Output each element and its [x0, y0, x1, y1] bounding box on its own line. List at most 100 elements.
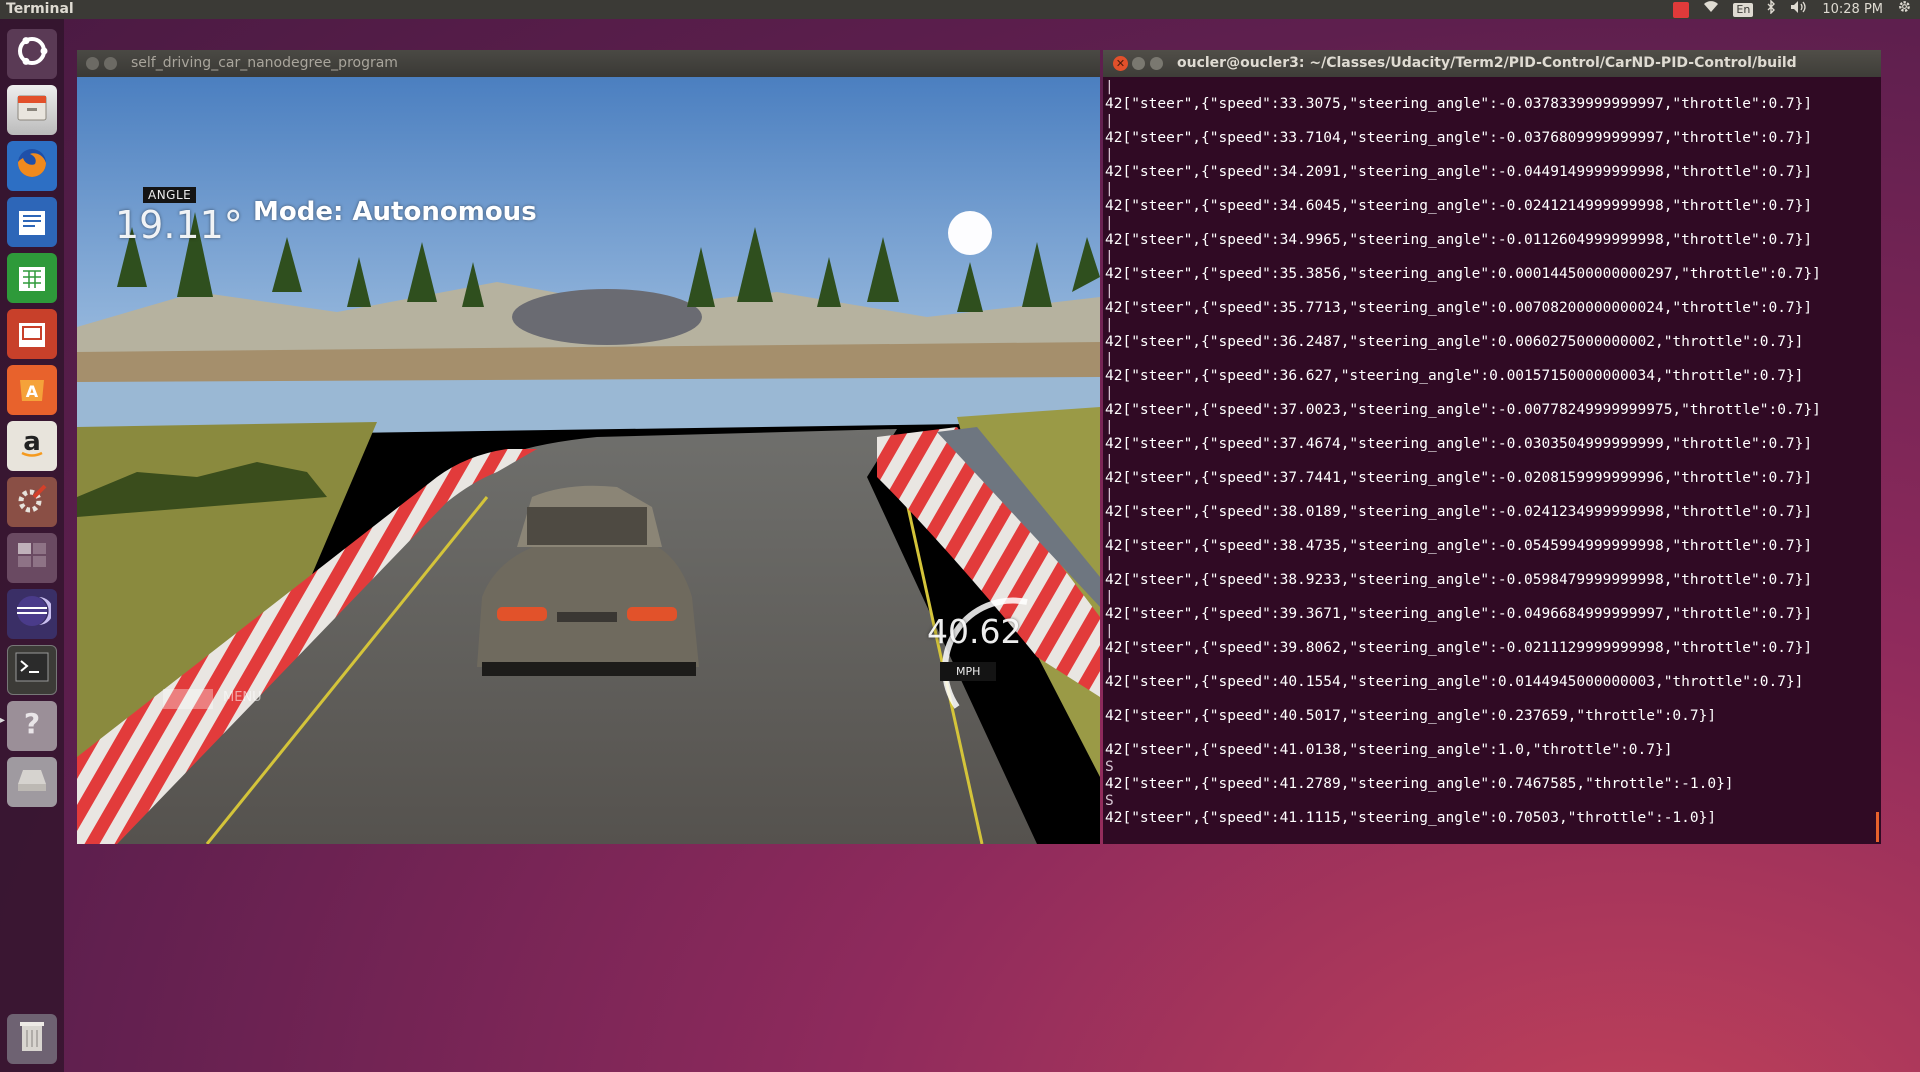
- impress-icon: [17, 314, 47, 355]
- terminal-line: |: [1105, 657, 1114, 673]
- terminal-line: |: [1105, 249, 1114, 265]
- system-tray: En 10:28 PM: [1673, 0, 1912, 19]
- software-center-button[interactable]: A: [7, 365, 57, 415]
- terminal-line: 42["steer",{"speed":40.5017,"steering_an…: [1105, 708, 1717, 724]
- bluetooth-icon[interactable]: [1767, 0, 1776, 20]
- simulator-window: self_driving_car_nanodegree_program ANGL…: [77, 50, 1100, 844]
- clock[interactable]: 10:28 PM: [1822, 0, 1883, 19]
- simulator-titlebar[interactable]: self_driving_car_nanodegree_program: [77, 50, 1100, 77]
- terminal-line: 42["steer",{"speed":37.7441,"steering_an…: [1105, 470, 1813, 486]
- terminal-line: 42["steer",{"speed":39.8062,"steering_an…: [1105, 640, 1813, 656]
- terminal-line: 42["steer",{"speed":41.2789,"steering_an…: [1105, 776, 1734, 792]
- terminal-line: |: [1105, 623, 1114, 639]
- terminal-line: 42["steer",{"speed":36.627,"steering_ang…: [1105, 368, 1804, 384]
- workspace-icon: [15, 538, 49, 579]
- simulator-viewport[interactable]: ANGLE 19.11° Mode: Autonomous 40.62 MPH …: [77, 77, 1100, 844]
- amazon-icon: a: [15, 426, 49, 467]
- menu-label: MENU: [223, 690, 262, 705]
- terminal-line: |: [1105, 113, 1114, 129]
- drive-button[interactable]: [7, 757, 57, 807]
- terminal-line: 42["steer",{"speed":41.0138,"steering_an…: [1105, 742, 1673, 758]
- driving-scene: [77, 77, 1100, 844]
- terminal-output[interactable]: | 42["steer",{"speed":33.3075,"steering_a…: [1103, 77, 1881, 844]
- sun: [948, 211, 992, 255]
- close-button[interactable]: [86, 57, 99, 70]
- terminal-button[interactable]: [7, 645, 57, 695]
- impress-button[interactable]: [7, 309, 57, 359]
- terminal-line: 42["steer",{"speed":41.1115,"steering_an…: [1105, 810, 1717, 826]
- system-settings-button[interactable]: [7, 477, 57, 527]
- terminal-line: 42["steer",{"speed":34.2091,"steering_an…: [1105, 164, 1813, 180]
- writer-button[interactable]: [7, 197, 57, 247]
- terminal-line: 42["steer",{"speed":35.3856,"steering_an…: [1105, 266, 1821, 282]
- file-cabinet-icon: [15, 90, 49, 131]
- minimize-button[interactable]: [1132, 57, 1145, 70]
- trash-button[interactable]: [7, 1014, 57, 1064]
- terminal-line: |: [1105, 453, 1114, 469]
- terminal-line: 42["steer",{"speed":39.3671,"steering_an…: [1105, 606, 1813, 622]
- calc-button[interactable]: [7, 253, 57, 303]
- terminal-line: 42["steer",{"speed":33.7104,"steering_an…: [1105, 130, 1813, 146]
- terminal-line: 42["steer",{"speed":40.1554,"steering_an…: [1105, 674, 1804, 690]
- gear-icon[interactable]: [1897, 0, 1912, 20]
- firefox-button[interactable]: [7, 141, 57, 191]
- speed-unit-badge: MPH: [940, 662, 997, 681]
- terminal-line: |: [1105, 487, 1114, 503]
- svg-text:?: ?: [24, 707, 40, 740]
- active-app-title: Terminal: [6, 1, 74, 17]
- terminal-line: S: [1105, 759, 1114, 775]
- eclipse-icon: [13, 592, 53, 637]
- terminal-line: |: [1105, 79, 1114, 95]
- terminal-line: |: [1105, 589, 1114, 605]
- simulator-window-title: self_driving_car_nanodegree_program: [131, 55, 398, 71]
- terminal-line: 42["steer",{"speed":35.7713,"steering_an…: [1105, 300, 1813, 316]
- terminal-window: ✕ oucler@oucler3: ~/Classes/Udacity/Term…: [1103, 50, 1881, 844]
- terminal-line: |: [1105, 351, 1114, 367]
- terminal-line: |: [1105, 419, 1114, 435]
- indicator-red-icon[interactable]: [1673, 1, 1690, 18]
- top-panel: Terminal En 10:28 PM: [0, 0, 1920, 19]
- volume-icon[interactable]: [1790, 0, 1808, 20]
- amazon-button[interactable]: a: [7, 421, 57, 471]
- ubuntu-logo-icon: [15, 34, 49, 75]
- terminal-titlebar[interactable]: ✕ oucler@oucler3: ~/Classes/Udacity/Term…: [1103, 50, 1881, 77]
- help-button[interactable]: ?: [7, 701, 57, 751]
- keyboard-layout-indicator[interactable]: En: [1733, 2, 1754, 17]
- svg-text:a: a: [23, 427, 41, 457]
- terminal-line: |: [1105, 215, 1114, 231]
- terminal-line: |: [1105, 317, 1114, 333]
- terminal-lines: | 42["steer",{"speed":33.3075,"steering_a…: [1105, 79, 1821, 827]
- writer-icon: [17, 202, 47, 243]
- gear-wrench-icon: [14, 481, 50, 524]
- steering-angle-readout: 19.11°: [115, 203, 243, 247]
- launcher: A a ?: [0, 19, 64, 1072]
- ubuntu-dash-button[interactable]: [7, 29, 57, 79]
- terminal-line: |: [1105, 181, 1114, 197]
- terminal-line: 42["steer",{"speed":34.6045,"steering_an…: [1105, 198, 1813, 214]
- workspace-switcher-button[interactable]: [7, 533, 57, 583]
- angle-badge: ANGLE: [143, 187, 197, 203]
- minimize-button[interactable]: [104, 57, 117, 70]
- terminal-line: 42["steer",{"speed":37.0023,"steering_an…: [1105, 402, 1821, 418]
- running-indicator: [0, 715, 5, 727]
- scrollbar[interactable]: [1876, 812, 1879, 842]
- menu-box: [163, 689, 213, 709]
- wifi-icon[interactable]: [1703, 0, 1719, 19]
- terminal-line: 42["steer",{"speed":38.0189,"steering_an…: [1105, 504, 1813, 520]
- firefox-icon: [13, 144, 51, 189]
- speed-readout: 40.62: [927, 612, 1022, 651]
- terminal-line: 42["steer",{"speed":37.4674,"steering_an…: [1105, 436, 1813, 452]
- trash-icon: [17, 1019, 47, 1060]
- terminal-line: S: [1105, 793, 1114, 809]
- drive-icon: [14, 764, 50, 801]
- terminal-line: |: [1105, 555, 1114, 571]
- files-button[interactable]: [7, 85, 57, 135]
- menu-button[interactable]: MENU: [163, 687, 293, 711]
- close-button[interactable]: ✕: [1113, 56, 1128, 71]
- eclipse-button[interactable]: [7, 589, 57, 639]
- maximize-button[interactable]: [1150, 57, 1163, 70]
- boulder: [512, 289, 702, 345]
- terminal-line: |: [1105, 283, 1114, 299]
